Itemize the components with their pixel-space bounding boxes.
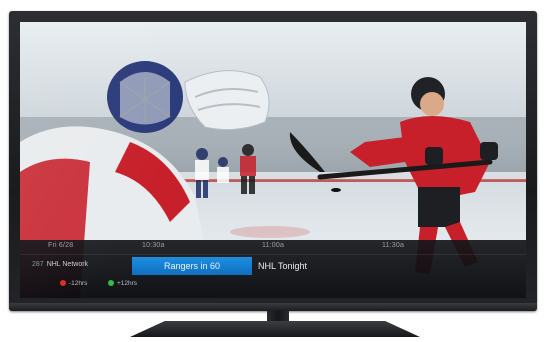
red-key-label: -12hrs bbox=[69, 280, 88, 287]
tv-stand-base bbox=[130, 321, 420, 337]
tv-screen: Fri 6/28 10:30a 11:00a 11:30a 287 NHL Net… bbox=[20, 22, 526, 298]
guide-channel-row: 287 NHL Network Rangers in 60 NHL Tonight bbox=[20, 255, 526, 277]
current-program-tile[interactable]: Rangers in 60 bbox=[132, 257, 252, 275]
red-key-hint[interactable]: -12hrs bbox=[60, 280, 87, 287]
channel-number: 287 bbox=[32, 261, 44, 268]
green-key-label: +12hrs bbox=[117, 280, 138, 287]
green-key-hint[interactable]: +12hrs bbox=[108, 280, 137, 287]
red-button-icon bbox=[60, 280, 66, 287]
guide-timebar: Fri 6/28 10:30a 11:00a 11:30a bbox=[20, 240, 526, 255]
program-guide-bar: Fri 6/28 10:30a 11:00a 11:30a 287 NHL Net… bbox=[20, 240, 526, 298]
guide-time-slot: 11:00a bbox=[262, 242, 285, 249]
channel-info[interactable]: 287 NHL Network bbox=[32, 261, 88, 268]
next-program-tile[interactable]: NHL Tonight bbox=[258, 261, 307, 271]
guide-time-slot: 11:30a bbox=[382, 242, 405, 249]
guide-time-slot: 10:30a bbox=[142, 242, 165, 249]
channel-name: NHL Network bbox=[46, 261, 89, 268]
green-button-icon bbox=[108, 280, 114, 287]
guide-date: Fri 6/28 bbox=[48, 242, 74, 249]
